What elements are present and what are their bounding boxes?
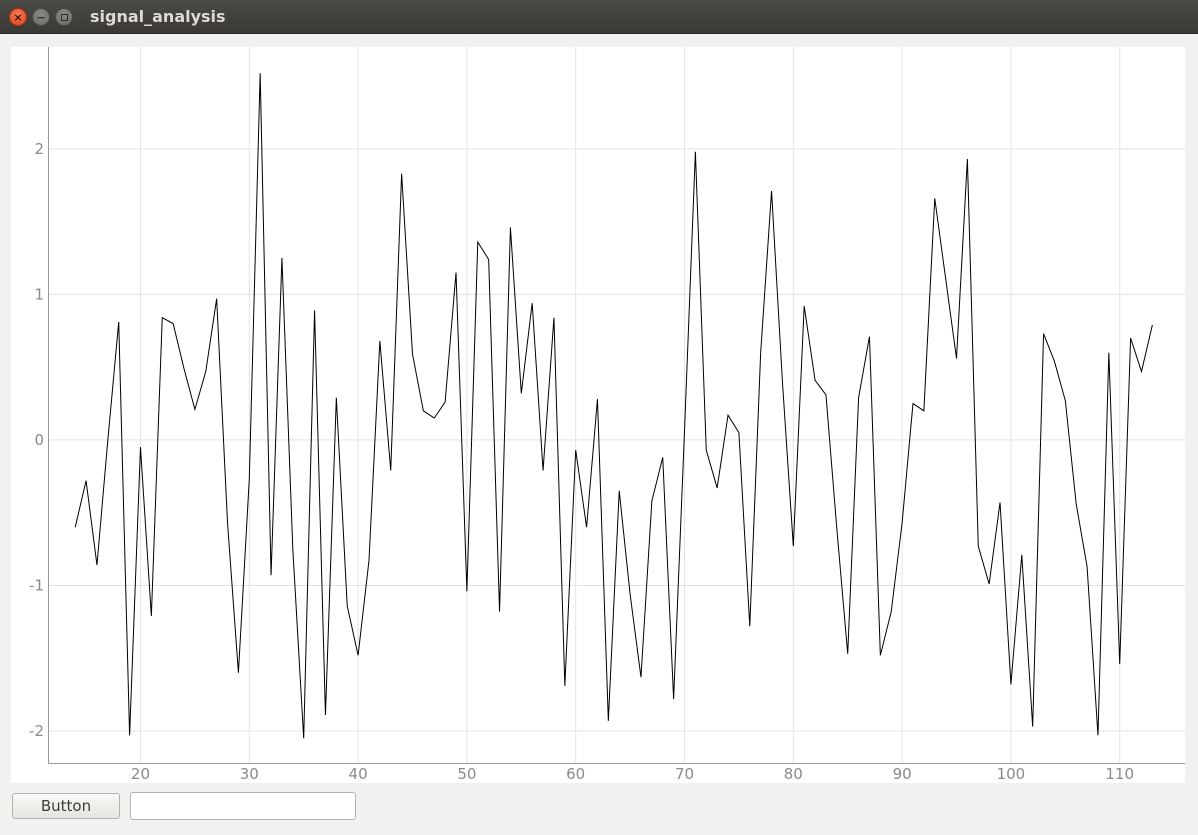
y-tick-label: -1 — [29, 576, 44, 594]
plot-area[interactable]: 20 30 40 50 60 70 80 90 100 110 -2 -1 0 1 2 — [11, 47, 1185, 783]
x-tick-label: 40 — [349, 765, 368, 783]
signal-series-line — [74, 73, 1153, 739]
x-tick-label: 80 — [784, 765, 803, 783]
close-window-button[interactable]: × — [9, 8, 27, 26]
signal-line-chart[interactable]: 20 30 40 50 60 70 80 90 100 110 -2 -1 0 1 2 — [11, 47, 1185, 783]
x-tick-label: 20 — [131, 765, 150, 783]
text-input[interactable] — [130, 792, 356, 820]
y-tick-label: -2 — [29, 722, 44, 740]
x-tick-label: 50 — [457, 765, 476, 783]
y-tick-label: 2 — [34, 140, 44, 158]
control-bar: Button — [0, 783, 1198, 835]
window-title: signal_analysis — [90, 7, 226, 26]
x-tick-label: 30 — [240, 765, 259, 783]
x-tick-label: 70 — [675, 765, 694, 783]
action-button[interactable]: Button — [12, 793, 120, 819]
minimize-window-button[interactable]: − — [32, 8, 50, 26]
app-window: × − signal_analysis 20 30 40 50 60 70 80 90 100 1… — [0, 0, 1198, 835]
y-tick-label: 1 — [34, 285, 44, 303]
minimize-icon: − — [36, 10, 46, 24]
x-tick-label: 100 — [997, 765, 1026, 783]
maximize-window-button[interactable] — [55, 8, 73, 26]
x-tick-label: 60 — [566, 765, 585, 783]
title-bar: × − signal_analysis — [0, 0, 1198, 34]
maximize-icon — [60, 13, 68, 21]
x-tick-label: 90 — [893, 765, 912, 783]
x-tick-label: 110 — [1105, 765, 1134, 783]
y-tick-label: 0 — [34, 431, 44, 449]
close-icon: × — [13, 10, 23, 24]
